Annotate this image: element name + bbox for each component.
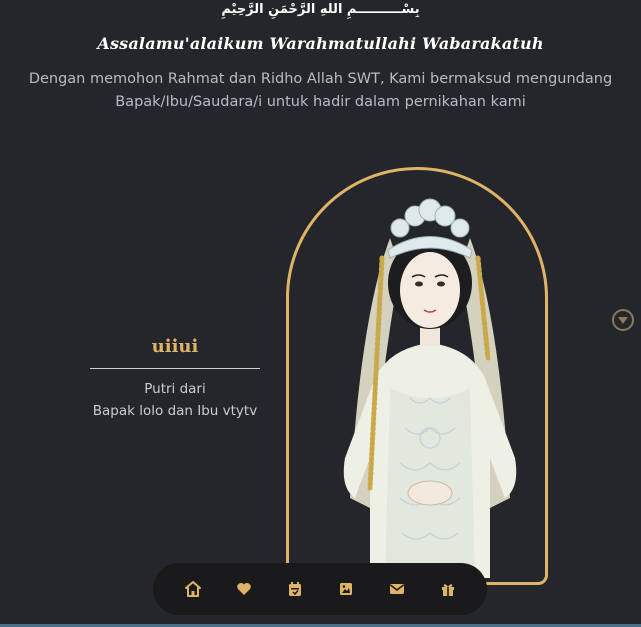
intro-line-2: Bapak/Ibu/Saudara/i untuk hadir dalam pe… — [115, 94, 526, 110]
name-divider — [90, 368, 260, 369]
nav-couple[interactable] — [232, 577, 256, 601]
parents-names: Bapak lolo dan Ibu vtytv — [92, 403, 258, 419]
nav-gallery[interactable] — [334, 577, 358, 601]
nav-event[interactable] — [283, 577, 307, 601]
home-icon — [184, 581, 201, 597]
bride-parents-block: Putri dari Bapak lolo dan Ibu vtytv — [70, 378, 280, 422]
nav-home[interactable] — [181, 577, 205, 601]
scroll-down-button[interactable] — [612, 309, 634, 331]
calendar-icon — [288, 582, 301, 596]
gallery-icon — [339, 583, 352, 595]
heart-icon — [236, 583, 251, 595]
mail-icon — [389, 584, 404, 594]
salam-heading: Assalamu'alaikum Warahmatullahi Wabaraka… — [97, 34, 544, 53]
bride-illustration — [343, 198, 517, 578]
triangle-down-icon — [618, 317, 628, 324]
bride-name: uiiui — [151, 336, 199, 357]
nav-wishes[interactable] — [385, 577, 409, 601]
intro-line-1: Dengan memohon Rahmat dan Ridho Allah SW… — [28, 71, 613, 87]
child-of-label: Putri dari — [144, 381, 206, 397]
invitation-page: بِسْــــــــــمِ اللهِ الرَّحْمَنِ الرَّ… — [0, 0, 641, 627]
bismillah-text: بِسْــــــــــمِ اللهِ الرَّحْمَنِ الرَّ… — [221, 2, 420, 17]
gift-icon — [441, 584, 454, 596]
intro-text: Dengan memohon Rahmat dan Ridho Allah SW… — [0, 68, 641, 114]
nav-gift[interactable] — [436, 577, 460, 601]
bottom-navbar — [153, 563, 487, 615]
